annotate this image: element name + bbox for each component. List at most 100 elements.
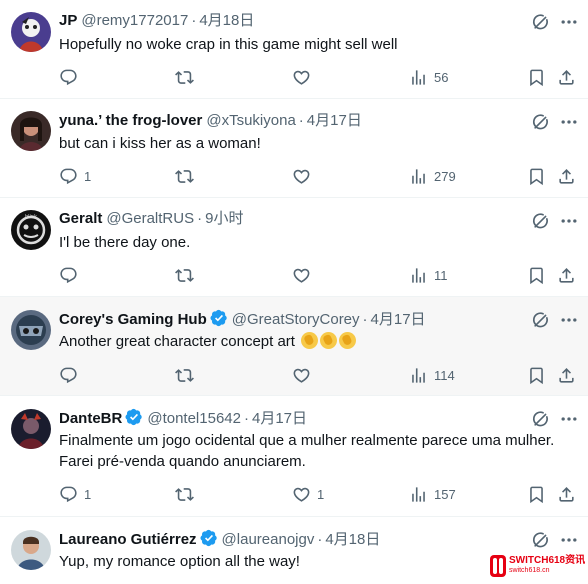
grok-icon[interactable]	[531, 12, 551, 32]
tweet-header: Laureano Gutiérrez @laureanojgv · 4月18日	[59, 529, 380, 550]
views-button[interactable]: 56	[409, 67, 448, 87]
view-count: 279	[434, 168, 456, 184]
display-name[interactable]: DanteBR	[59, 410, 122, 427]
more-icon[interactable]	[559, 112, 579, 132]
tweet[interactable]: blink Geralt @GeraltRUS · 9小时 I'l be there …	[0, 198, 588, 297]
grok-icon[interactable]	[531, 310, 551, 330]
more-icon[interactable]	[559, 211, 579, 231]
timestamp[interactable]: 9小时	[205, 210, 243, 227]
share-icon	[557, 485, 576, 504]
share-icon	[557, 68, 576, 87]
share-button[interactable]	[557, 67, 576, 87]
action-bar: 56	[0, 67, 588, 87]
like-button[interactable]: 1	[292, 484, 324, 504]
retweet-icon	[175, 366, 194, 385]
tweet-header: Corey's Gaming Hub @GreatStoryCorey · 4月17日	[59, 309, 426, 330]
timestamp[interactable]: 4月17日	[371, 311, 426, 328]
user-handle[interactable]: @laureanojgv	[222, 531, 315, 548]
views-button[interactable]: 279	[409, 166, 456, 186]
timestamp[interactable]: 4月18日	[199, 12, 254, 29]
tweet[interactable]: JP @remy1772017 · 4月18日 Hopefully no woke c…	[0, 0, 588, 99]
avatar[interactable]: blink	[11, 210, 51, 250]
more-icon[interactable]	[559, 409, 579, 429]
tweet-text: I'l be there day one.	[59, 234, 191, 251]
retweet-button[interactable]	[175, 67, 200, 87]
avatar[interactable]	[11, 310, 51, 350]
more-icon[interactable]	[559, 310, 579, 330]
retweet-button[interactable]	[175, 365, 200, 385]
bookmark-button[interactable]	[527, 484, 546, 504]
grok-icon[interactable]	[531, 211, 551, 231]
display-name[interactable]: Geralt	[59, 210, 102, 227]
views-button[interactable]: 157	[409, 484, 456, 504]
views-button[interactable]: 11	[409, 265, 448, 285]
like-button[interactable]	[292, 365, 317, 385]
display-name[interactable]: Corey's Gaming Hub	[59, 311, 207, 328]
like-button[interactable]	[292, 265, 317, 285]
user-handle[interactable]: @tontel15642	[147, 410, 241, 427]
display-name[interactable]: JP	[59, 12, 77, 29]
clapping-hands-emoji	[339, 332, 357, 349]
svg-text:blink: blink	[25, 214, 37, 220]
timestamp[interactable]: 4月17日	[252, 410, 307, 427]
tweet-text: Hopefully no woke crap in this game migh…	[59, 36, 398, 53]
reply-button[interactable]	[59, 265, 84, 285]
watermark-main: SWITCH618资讯	[509, 555, 586, 566]
user-handle[interactable]: @GreatStoryCorey	[232, 311, 360, 328]
reply-button[interactable]	[59, 67, 84, 87]
separator-dot: ·	[243, 410, 249, 427]
verified-badge-icon	[210, 309, 228, 327]
retweet-button[interactable]	[175, 484, 200, 504]
action-bar: 114	[0, 365, 588, 385]
display-name[interactable]: yuna.’ the frog-lover	[59, 112, 202, 129]
reply-button[interactable]	[59, 365, 84, 385]
user-handle[interactable]: @GeraltRUS	[106, 210, 194, 227]
like-count: 1	[317, 486, 325, 502]
user-handle[interactable]: @remy1772017	[81, 12, 188, 29]
share-button[interactable]	[557, 166, 576, 186]
tweet[interactable]: yuna.’ the frog-lover @xTsukiyona · 4月17日 b…	[0, 99, 588, 198]
avatar[interactable]	[11, 530, 51, 570]
reply-icon	[59, 485, 78, 504]
avatar[interactable]	[11, 409, 51, 449]
tweet-header: yuna.’ the frog-lover @xTsukiyona · 4月17日	[59, 111, 362, 131]
tweet[interactable]: Corey's Gaming Hub @GreatStoryCorey · 4月17日…	[0, 297, 588, 396]
avatar[interactable]	[11, 111, 51, 151]
more-icon[interactable]	[559, 12, 579, 32]
bookmark-icon	[527, 68, 546, 87]
retweet-button[interactable]	[175, 265, 200, 285]
user-handle[interactable]: @xTsukiyona	[206, 112, 295, 129]
reply-button[interactable]: 1	[59, 484, 91, 504]
bookmark-button[interactable]	[527, 67, 546, 87]
views-icon	[409, 167, 428, 186]
like-button[interactable]	[292, 67, 317, 87]
bookmark-button[interactable]	[527, 166, 546, 186]
like-icon	[292, 266, 311, 285]
more-icon[interactable]	[559, 530, 579, 550]
display-name[interactable]: Laureano Gutiérrez	[59, 531, 197, 548]
bookmark-button[interactable]	[527, 265, 546, 285]
grok-icon[interactable]	[531, 530, 551, 550]
verified-badge-icon	[200, 529, 218, 547]
tweet-header: DanteBR @tontel15642 · 4月17日	[59, 408, 307, 429]
timestamp[interactable]: 4月18日	[325, 531, 380, 548]
avatar[interactable]	[11, 12, 51, 52]
bookmark-button[interactable]	[527, 365, 546, 385]
views-button[interactable]: 114	[409, 365, 455, 385]
grok-icon[interactable]	[531, 112, 551, 132]
tweet-header: JP @remy1772017 · 4月18日	[59, 11, 254, 31]
grok-icon[interactable]	[531, 409, 551, 429]
tweet-text-container: Another great character concept art	[59, 331, 579, 352]
retweet-button[interactable]	[175, 166, 200, 186]
views-icon	[409, 266, 428, 285]
share-button[interactable]	[557, 484, 576, 504]
timestamp[interactable]: 4月17日	[307, 112, 362, 129]
like-button[interactable]	[292, 166, 317, 186]
share-icon	[557, 167, 576, 186]
reply-button[interactable]: 1	[59, 166, 91, 186]
share-button[interactable]	[557, 265, 576, 285]
reply-icon	[59, 266, 78, 285]
share-button[interactable]	[557, 365, 576, 385]
bookmark-icon	[527, 167, 546, 186]
tweet[interactable]: DanteBR @tontel15642 · 4月17日 Finalmente um …	[0, 396, 588, 517]
